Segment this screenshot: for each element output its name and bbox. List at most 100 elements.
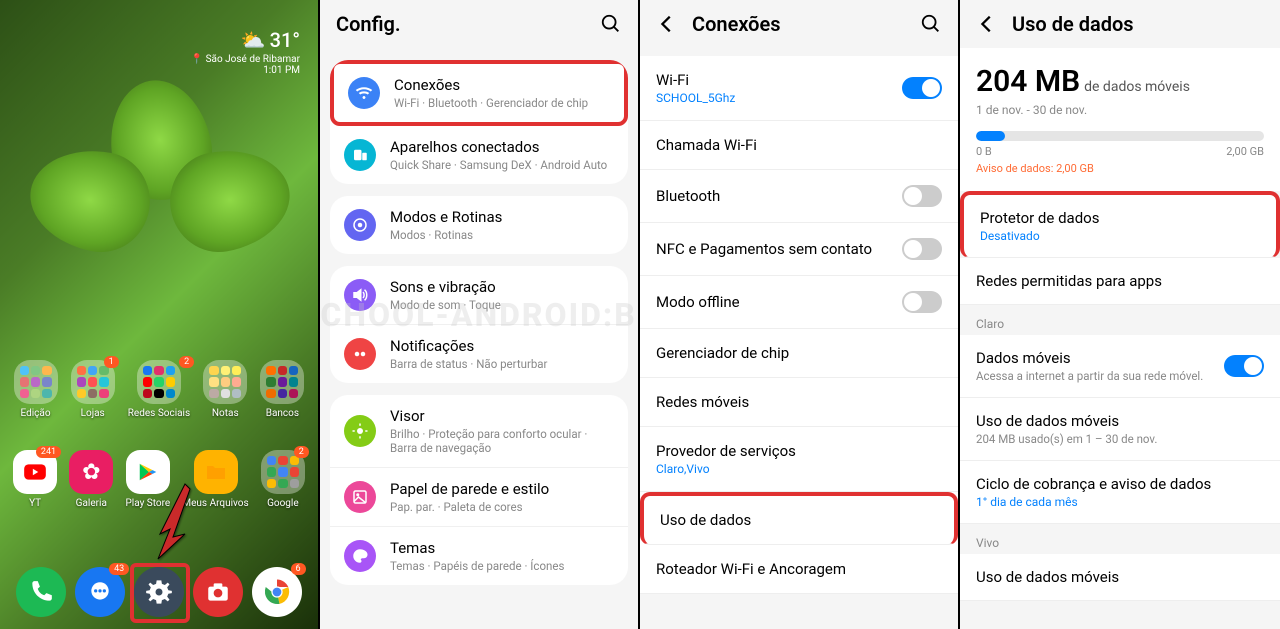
red-arrow-annotation bbox=[140, 479, 200, 569]
folder-label: YT bbox=[29, 498, 41, 509]
connection-item[interactable]: Roteador Wi-Fi e Ancoragem bbox=[640, 545, 958, 594]
item-title: Redes permitidas para apps bbox=[976, 272, 1264, 290]
wallpaper-icon bbox=[344, 481, 376, 513]
search-icon[interactable] bbox=[600, 13, 622, 35]
badge: 2 bbox=[179, 356, 194, 368]
item-title: Modo offline bbox=[656, 293, 740, 311]
connection-item[interactable]: Bluetooth bbox=[640, 170, 958, 223]
dock-camera-icon[interactable] bbox=[193, 567, 243, 617]
routines-icon bbox=[344, 209, 376, 241]
app-icon bbox=[194, 450, 238, 494]
weather-location: 📍 São José de Ribamar bbox=[191, 54, 300, 65]
data-usage-item[interactable]: Ciclo de cobrança e aviso de dados1° dia… bbox=[960, 461, 1280, 524]
back-icon[interactable] bbox=[976, 13, 998, 35]
item-subtitle: SCHOOL_5Ghz bbox=[656, 91, 735, 105]
connection-item[interactable]: Uso de dados bbox=[640, 492, 958, 545]
item-title: Notificações bbox=[390, 337, 614, 355]
settings-data-usage: Uso de dados 204 MB de dados móveis 1 de… bbox=[960, 0, 1280, 629]
app-folder[interactable]: 2Google bbox=[261, 450, 305, 509]
toggle-switch[interactable] bbox=[902, 291, 942, 313]
display-icon bbox=[344, 415, 376, 447]
settings-item[interactable]: Conexões Wi-Fi · Bluetooth · Gerenciador … bbox=[330, 60, 628, 126]
folder-label: Bancos bbox=[266, 408, 299, 419]
folder-label: Lojas bbox=[81, 408, 105, 419]
badge: 6 bbox=[291, 563, 306, 575]
data-usage-item[interactable]: Uso de dados móveis204 MB usado(s) em 1 … bbox=[960, 398, 1280, 461]
folder-icon bbox=[14, 360, 58, 404]
settings-card: Modos e RotinasModos · Rotinas bbox=[330, 196, 628, 254]
wallpaper-clover: ⛅ 31° 📍 São José de Ribamar 1:01 PM Ediç… bbox=[0, 0, 318, 629]
item-title: Chamada Wi-Fi bbox=[656, 136, 757, 154]
search-icon[interactable] bbox=[920, 13, 942, 35]
app-folder[interactable]: 1Lojas bbox=[71, 360, 115, 419]
section-vivo: Vivo bbox=[960, 524, 1280, 554]
connection-item[interactable]: Provedor de serviços Claro,Vivo bbox=[640, 427, 958, 492]
usage-min: 0 B bbox=[976, 145, 992, 158]
settings-card: Conexões Wi-Fi · Bluetooth · Gerenciador … bbox=[330, 60, 628, 184]
app-folder[interactable]: 241YT bbox=[13, 450, 57, 509]
connections-list: Wi-FiSCHOOL_5Ghz Chamada Wi-Fi Bluetooth NF… bbox=[640, 56, 958, 594]
item-title: Redes móveis bbox=[656, 393, 749, 411]
usage-max: 2,00 GB bbox=[1226, 145, 1264, 158]
item-title: Conexões bbox=[394, 76, 610, 94]
settings-item[interactable]: VisorBrilho · Proteção para conforto ocu… bbox=[330, 395, 628, 468]
app-folder[interactable]: Bancos bbox=[260, 360, 304, 419]
section-claro: Claro bbox=[960, 305, 1280, 335]
usage-summary: 204 MB de dados móveis 1 de nov. - 30 de… bbox=[960, 48, 1280, 191]
themes-icon bbox=[344, 540, 376, 572]
toggle-switch[interactable] bbox=[1224, 355, 1264, 377]
wifi-icon bbox=[348, 77, 380, 109]
toggle-switch[interactable] bbox=[902, 185, 942, 207]
sound-icon bbox=[344, 279, 376, 311]
back-icon[interactable] bbox=[656, 13, 678, 35]
item-subtitle: Wi-Fi · Bluetooth · Gerenciador de chip bbox=[394, 96, 610, 110]
app-folder[interactable]: Edição bbox=[14, 360, 58, 419]
settings-item[interactable]: TemasTemas · Papéis de parede · Ícones bbox=[330, 527, 628, 585]
item-title: Provedor de serviços bbox=[656, 442, 796, 460]
connection-item[interactable]: Chamada Wi-Fi bbox=[640, 121, 958, 170]
connection-item[interactable]: Modo offline bbox=[640, 276, 958, 329]
dock-phone-icon[interactable] bbox=[16, 567, 66, 617]
settings-config: Config. ConexõesWi-Fi · Bluetooth · Gere… bbox=[320, 0, 640, 629]
weather-widget[interactable]: ⛅ 31° 📍 São José de Ribamar 1:01 PM bbox=[191, 28, 300, 76]
data-usage-group-2: Dados móveisAcessa a internet a partir d… bbox=[960, 335, 1280, 524]
app-folder[interactable]: ✿Galeria bbox=[69, 450, 113, 509]
usage-warning: Aviso de dados: 2,00 GB bbox=[976, 162, 1264, 175]
connection-item[interactable]: Wi-FiSCHOOL_5Ghz bbox=[640, 56, 958, 121]
folder-label: Galeria bbox=[76, 498, 107, 509]
toggle-switch[interactable] bbox=[902, 77, 942, 99]
data-usage-item[interactable]: Redes permitidas para apps bbox=[960, 258, 1280, 305]
clover-graphic bbox=[40, 80, 280, 320]
data-usage-item[interactable]: Dados móveisAcessa a internet a partir d… bbox=[960, 335, 1280, 398]
folder-icon bbox=[137, 360, 181, 404]
folder-label: Edição bbox=[21, 408, 51, 419]
settings-item[interactable]: Sons e vibraçãoModo de som · Toque bbox=[330, 266, 628, 325]
app-folder[interactable]: 2Redes Sociais bbox=[128, 360, 190, 419]
connection-item[interactable]: Gerenciador de chip bbox=[640, 329, 958, 378]
item-title: Aparelhos conectados bbox=[390, 138, 614, 156]
item-title: Uso de dados móveis bbox=[976, 568, 1264, 586]
settings-item[interactable]: Modos e RotinasModos · Rotinas bbox=[330, 196, 628, 254]
connection-item[interactable]: NFC e Pagamentos sem contato bbox=[640, 223, 958, 276]
toggle-switch[interactable] bbox=[902, 238, 942, 260]
item-title: NFC e Pagamentos sem contato bbox=[656, 240, 872, 258]
settings-item[interactable]: NotificaçõesBarra de status · Não pertur… bbox=[330, 325, 628, 383]
badge: 241 bbox=[36, 446, 61, 458]
connection-item[interactable]: Redes móveis bbox=[640, 378, 958, 427]
app-folder[interactable]: Notas bbox=[203, 360, 247, 419]
item-subtitle: Claro,Vivo bbox=[656, 462, 796, 476]
badge: 2 bbox=[294, 446, 309, 458]
item-title: Modos e Rotinas bbox=[390, 208, 614, 226]
item-title: Temas bbox=[390, 539, 614, 557]
item-title: Papel de parede e estilo bbox=[390, 480, 614, 498]
data-usage-group-3: Uso de dados móveis bbox=[960, 554, 1280, 601]
settings-item[interactable]: Papel de parede e estiloPap. par. · Pale… bbox=[330, 468, 628, 527]
folder-icon bbox=[260, 360, 304, 404]
data-usage-item[interactable]: Uso de dados móveis bbox=[960, 554, 1280, 601]
item-title: Sons e vibração bbox=[390, 278, 614, 296]
weather-temp: 31° bbox=[270, 28, 300, 52]
settings-card: Sons e vibraçãoModo de som · ToqueNotifi… bbox=[330, 266, 628, 383]
data-usage-item[interactable]: Protetor de dadosDesativado bbox=[960, 191, 1280, 258]
settings-item[interactable]: Aparelhos conectadosQuick Share · Samsun… bbox=[330, 126, 628, 184]
devices-icon bbox=[344, 139, 376, 171]
